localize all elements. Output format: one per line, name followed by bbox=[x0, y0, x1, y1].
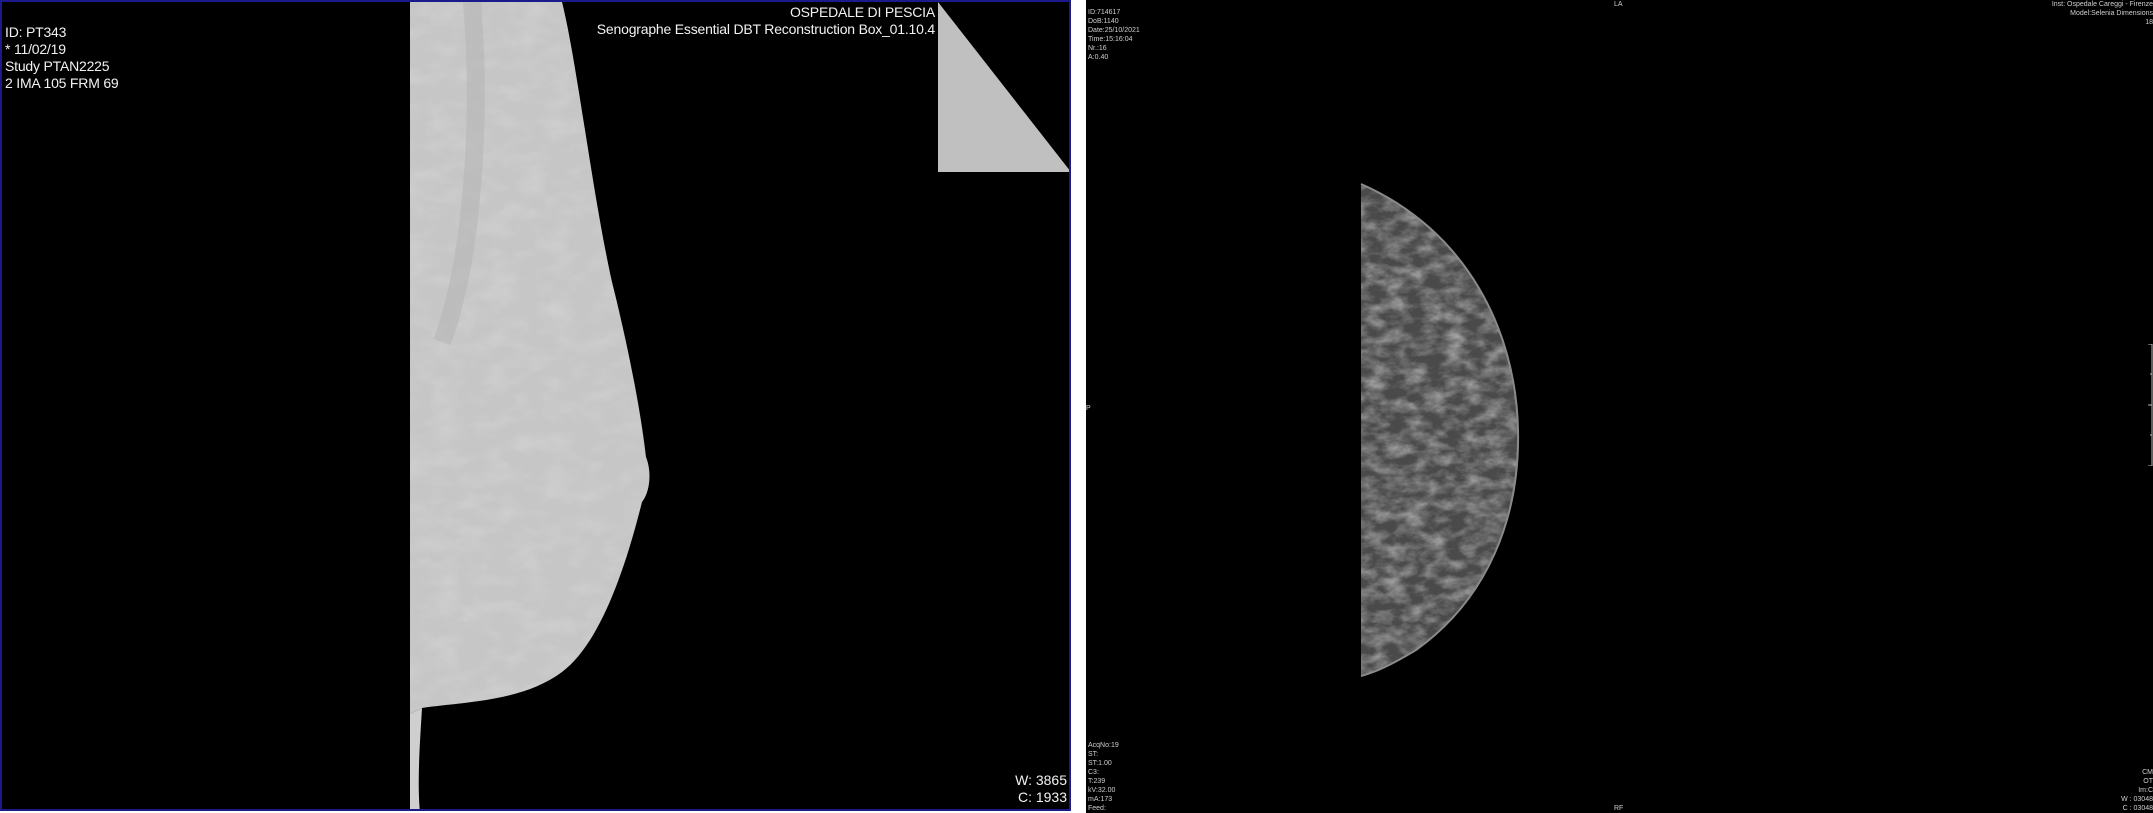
window-level-overlay: W: 3865 C: 1933 bbox=[1015, 772, 1067, 806]
window-center: C: 1933 bbox=[1017, 789, 1067, 805]
study-date-right: Date:25/10/2021 bbox=[1088, 27, 1140, 34]
window-center-right: C : 03048 bbox=[2122, 805, 2153, 812]
abdomen-edge bbox=[410, 708, 422, 809]
left-image-viewport[interactable]: ID: PT343 * 11/02/19 Study PTAN2225 2 IM… bbox=[0, 0, 1071, 811]
acq-c3: C3: bbox=[1088, 769, 1099, 776]
window-width: W: 3865 bbox=[1015, 772, 1067, 788]
acquisition-overlay-right: AcqNo:19 ST: ST:1.00 C3: T:239 kV:32.00 … bbox=[1088, 741, 1119, 813]
institution-overlay: OSPEDALE DI PESCIA Senographe Essential … bbox=[597, 4, 935, 38]
right-image-viewport[interactable]: ID:714617 DoB:1140 Date:25/10/2021 Time:… bbox=[1086, 0, 2153, 813]
acq-kv: kV:32.00 bbox=[1088, 787, 1116, 794]
acq-feed: Feed: bbox=[1088, 805, 1106, 812]
series-right: 18 bbox=[2145, 19, 2153, 26]
orientation-bottom: RF bbox=[1614, 805, 1624, 812]
orientation-top: LA bbox=[1614, 1, 1623, 8]
study-time-right: Time:15:16:04 bbox=[1088, 36, 1133, 43]
acq-number: AcqNo:19 bbox=[1088, 742, 1119, 749]
window-width-right: W : 03048 bbox=[2121, 796, 2153, 803]
patient-id-right: ID:714617 bbox=[1088, 9, 1121, 16]
study-date: * 11/02/19 bbox=[5, 41, 66, 57]
corner-marker bbox=[938, 2, 1069, 172]
mammogram-cc-image bbox=[1360, 183, 1520, 677]
study-id: Study PTAN2225 bbox=[5, 58, 110, 74]
scale-ruler bbox=[2148, 344, 2153, 466]
window-overlay-right: CM OT Im:C W : 03048 C : 03048 bbox=[2121, 768, 2153, 813]
institution-overlay-right: Inst: Ospedale Careggi - Firenze Model:S… bbox=[2052, 0, 2153, 27]
birth-date-right: DoB:1140 bbox=[1088, 18, 1119, 25]
zoom-right: A:0.40 bbox=[1088, 54, 1109, 61]
acq-thickness: T:239 bbox=[1088, 778, 1106, 785]
overlay-im: Im:C bbox=[2138, 787, 2153, 794]
overlay-ot: OT bbox=[2143, 778, 2153, 785]
overlay-cm: CM bbox=[2142, 769, 2153, 776]
image-number-right: Nr.:16 bbox=[1088, 45, 1107, 52]
acq-st: ST: bbox=[1088, 751, 1099, 758]
model-right: Model:Selenia Dimensions bbox=[2070, 10, 2153, 17]
institution-right: Inst: Ospedale Careggi - Firenze bbox=[2051, 1, 2153, 8]
device-name: Senographe Essential DBT Reconstruction … bbox=[596, 21, 935, 37]
institution-name: OSPEDALE DI PESCIA bbox=[789, 4, 935, 20]
image-frame-info: 2 IMA 105 FRM 69 bbox=[5, 75, 119, 91]
patient-info-overlay: ID: PT343 * 11/02/19 Study PTAN2225 2 IM… bbox=[5, 24, 119, 92]
acq-slice-thickness: ST:1.00 bbox=[1088, 760, 1112, 767]
orientation-left: P bbox=[1086, 405, 1091, 412]
acq-ma: mA:173 bbox=[1088, 796, 1113, 803]
patient-info-overlay-right: ID:714617 DoB:1140 Date:25/10/2021 Time:… bbox=[1088, 8, 1140, 62]
mammogram-mlo-image bbox=[410, 2, 650, 809]
patient-id: ID: PT343 bbox=[5, 24, 67, 40]
